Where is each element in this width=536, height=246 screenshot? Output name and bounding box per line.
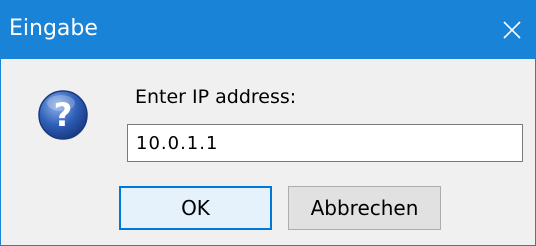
- cancel-button[interactable]: Abbrechen: [288, 186, 441, 230]
- close-icon: [502, 20, 522, 40]
- window-title: Eingabe: [9, 16, 98, 41]
- question-icon: ?: [37, 89, 89, 141]
- ok-button[interactable]: OK: [119, 186, 272, 230]
- prompt-label: Enter IP address:: [135, 86, 297, 108]
- dialog-body: ? Enter IP address: OK Abbrechen: [1, 59, 535, 245]
- input-dialog-window: Eingabe ? Enter IP address: 10.0.1.1 OK …: [0, 0, 536, 246]
- ip-address-input[interactable]: [127, 124, 523, 162]
- title-bar[interactable]: Eingabe: [1, 1, 535, 59]
- close-button[interactable]: [489, 1, 535, 59]
- svg-text:?: ?: [54, 96, 73, 134]
